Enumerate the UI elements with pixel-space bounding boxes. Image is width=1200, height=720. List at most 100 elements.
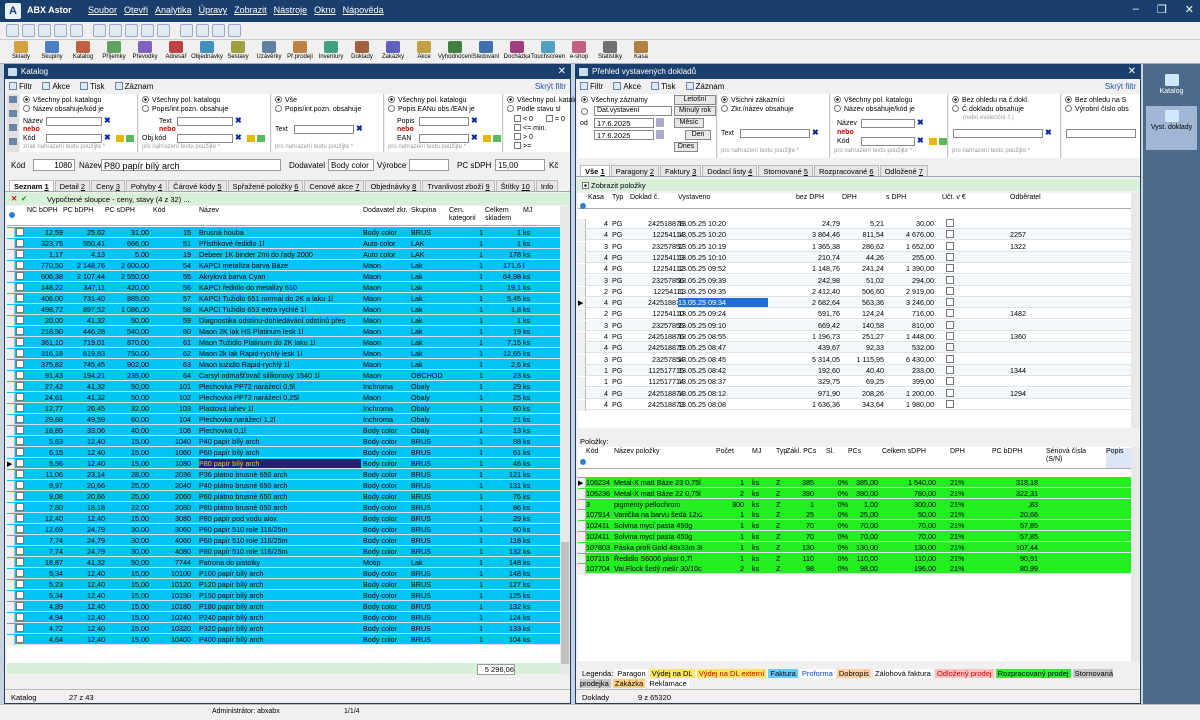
document-row[interactable]: 3 PG 23257854 13.05.25 08:45 5 314,05 1 115,9… xyxy=(578,353,1131,366)
catalog-row[interactable]: 5,34 12,40 15,00 10150 P150 papír bílý arch B… xyxy=(7,590,560,602)
detail-name-value[interactable]: P80 papír bílý arch xyxy=(101,159,281,171)
row-checkbox[interactable] xyxy=(16,569,24,577)
items-col-1[interactable]: Název položky xyxy=(614,448,674,456)
hide-filter-link[interactable]: Skrýt filtr xyxy=(535,82,566,91)
catalog-row[interactable]: 218,50 446,28 540,00 60 Maon 2K lak HS Plati… xyxy=(7,326,560,338)
document-row[interactable]: 4 PG 242518878 13.05.25 10:20 24,79 5,21 30,00 xyxy=(578,218,1131,230)
toolbar-13[interactable]: Akce xyxy=(407,40,441,60)
catalog-row[interactable]: 29,68 49,59 60,00 104 Plechovka narážecí 1,2… xyxy=(7,414,560,426)
row-checkbox[interactable] xyxy=(16,382,24,390)
docs-col-8[interactable]: Odběratel xyxy=(1010,194,1041,201)
catalog-row[interactable]: ▶ 5,56 12,40 15,00 1080 P80 papír bílý arch Bo… xyxy=(7,458,560,470)
item-row[interactable]: 3 pigmenty pellochrom 300 ks Z 1 0% 1,00 300,00 2… xyxy=(578,498,1131,511)
catalog-row[interactable]: 4,89 12,40 15,00 10180 P180 papír bílý arch B… xyxy=(7,601,560,613)
toolbar-18[interactable]: e-shop xyxy=(562,40,596,60)
row-checkbox[interactable] xyxy=(16,536,24,544)
catalog-row[interactable]: 12,59 25,62 31,00 15 Brusná houba Body color B… xyxy=(7,227,560,239)
toolbar-14[interactable]: Vyhodnocení xyxy=(438,40,473,60)
quick-tool-icon-3[interactable] xyxy=(54,24,67,37)
docs-tab-5[interactable]: Rozpracované 6 xyxy=(813,165,879,176)
row-checkbox[interactable] xyxy=(16,547,24,555)
lemin-checkbox[interactable] xyxy=(514,124,521,131)
document-row[interactable]: 4 PG 12254112 13.05.25 09:52 1 148,76 241,24 1… xyxy=(578,263,1131,276)
docs-tab-6[interactable]: Odložené 7 xyxy=(879,165,928,176)
catalog-tab-6[interactable]: Cenové akce 7 xyxy=(304,180,365,191)
toolbar-19[interactable]: Statistiky xyxy=(593,40,627,60)
eur-accounting-checkbox[interactable] xyxy=(946,264,954,273)
clear-item-code-icon[interactable]: ✖ xyxy=(917,136,924,145)
clear-customer-icon[interactable]: ✖ xyxy=(812,128,819,137)
doc-serial-input[interactable] xyxy=(1066,129,1136,138)
row-checkbox[interactable] xyxy=(16,327,24,335)
document-row[interactable]: 4 PG 242518874 13.05.25 08:12 971,90 208,26 1 … xyxy=(578,387,1131,400)
row-checkbox[interactable] xyxy=(16,448,24,456)
catalog-row[interactable]: 323,75 550,41 666,00 51 Přísthkové ředidlo 1… xyxy=(7,238,560,250)
name-input[interactable] xyxy=(46,117,102,126)
row-checkbox[interactable] xyxy=(16,393,24,401)
toolbar-10[interactable]: Inventury xyxy=(314,40,348,60)
side-icon-2[interactable] xyxy=(9,110,17,117)
catalog-row[interactable]: 770,50 2 148,76 2 600,00 54 KAPCI metalíza b… xyxy=(7,260,560,272)
doc-date-radio[interactable] xyxy=(581,108,588,115)
quick-tool-icon-11[interactable] xyxy=(173,24,177,37)
catalog-row[interactable]: 24,61 41,32 50,00 102 Plechovka PP72 narážec… xyxy=(7,392,560,404)
catalog-row[interactable]: 316,18 619,83 750,00 62 Maon 2k lak Rapid-ry… xyxy=(7,348,560,360)
catalog-tab-7[interactable]: Objednávky 8 xyxy=(365,180,422,191)
catalog-row[interactable]: 7,74 24,79 30,00 4060 P60 papír 510 role 116… xyxy=(7,535,560,547)
note-input[interactable] xyxy=(294,125,354,134)
menu-5[interactable]: Nástroje xyxy=(274,5,308,15)
catalog-tab-8[interactable]: Trvanlivost zboží 9 xyxy=(422,180,495,191)
toolbar-9[interactable]: Př.prodeji xyxy=(283,40,317,60)
show-items-checkbox[interactable] xyxy=(582,182,589,189)
row-checkbox[interactable] xyxy=(16,492,24,500)
row-checkbox[interactable] xyxy=(16,514,24,522)
close-window-icon-2[interactable]: ✕ xyxy=(1128,65,1136,79)
docs-col-6[interactable]: s DPH xyxy=(886,194,906,201)
row-checkbox[interactable] xyxy=(16,261,24,269)
catalog-row[interactable]: 27,42 41,32 50,00 101 Plechovka PP72 narážec… xyxy=(7,381,560,393)
filter4-ean-radio[interactable] xyxy=(388,105,395,112)
catalog-col-2[interactable]: PC sDPH xyxy=(105,207,149,215)
filter2-text-radio[interactable] xyxy=(142,105,149,112)
documents-grid-scrollbar[interactable] xyxy=(1131,193,1140,428)
toolbar-16[interactable]: Docházka xyxy=(500,40,534,60)
catalog-row[interactable]: 12,77 26,45 32,00 103 Plastová lahev 1l Inchr… xyxy=(7,403,560,415)
catalog-tab-9[interactable]: Štítky 10 xyxy=(495,180,535,191)
document-row[interactable]: 1 PG 112517714 13.05.25 08:37 329,75 69,25 399… xyxy=(578,376,1131,389)
eur-accounting-checkbox[interactable] xyxy=(946,230,954,239)
catalog-tab-1[interactable]: Detail 2 xyxy=(54,180,91,191)
copy-icon-2[interactable] xyxy=(257,135,265,142)
row-checkbox[interactable] xyxy=(16,371,24,379)
calendar-icon[interactable] xyxy=(656,118,664,127)
row-checkbox[interactable] xyxy=(16,404,24,412)
toolbar-4[interactable]: Převodky xyxy=(128,40,162,60)
doc-date-type-select[interactable]: Dat.vystavení xyxy=(594,106,672,116)
docs-col-4[interactable]: bez DPH xyxy=(796,194,824,201)
arrow-icon-2[interactable] xyxy=(247,135,255,142)
row-checkbox[interactable] xyxy=(16,360,24,368)
clear-number-icon[interactable]: ✖ xyxy=(1045,128,1052,137)
row-checkbox[interactable] xyxy=(16,459,24,467)
today-button[interactable]: Dnes xyxy=(674,142,698,152)
catalog-tab-10[interactable]: Info xyxy=(535,180,559,191)
day-button[interactable]: Den xyxy=(685,130,711,140)
clear-desc-icon[interactable]: ✖ xyxy=(471,116,478,125)
arrow-icon-4[interactable] xyxy=(929,138,937,145)
catalog-row[interactable]: 12,40 12,40 15,00 3080 P80 papír pod vodu al… xyxy=(7,513,560,525)
side-icon-1[interactable] xyxy=(9,96,17,103)
doc-serial-radio[interactable] xyxy=(1065,105,1072,112)
docs-tab-4[interactable]: Stornované 5 xyxy=(758,165,813,176)
row-checkbox[interactable] xyxy=(16,239,24,247)
catalog-tab-0[interactable]: Seznam 1 xyxy=(9,180,54,191)
item-row[interactable]: 102411 Solvina mycí pasta 450g 1 ks Z 70 0% 70,… xyxy=(578,520,1131,533)
docs-col-2[interactable]: Doklad č. xyxy=(630,194,659,201)
side-icon-4[interactable] xyxy=(9,138,17,145)
eur-accounting-checkbox[interactable] xyxy=(946,275,954,284)
eur-accounting-checkbox[interactable] xyxy=(946,377,954,386)
copy-icon[interactable] xyxy=(126,135,134,142)
catalog-row[interactable]: 1,17 4,13 5,00 19 Debeer 1K binder 2ml do řa… xyxy=(7,249,560,261)
catalog-row[interactable]: 11,06 23,14 28,00 2036 P36 plátno brusné 650… xyxy=(7,469,560,481)
menu-0[interactable]: Soubor xyxy=(88,5,117,15)
toolbar-2[interactable]: Katalog xyxy=(66,40,100,60)
catalog-row[interactable]: 406,00 731,40 885,00 57 KAPCI Tužidlo 651 no… xyxy=(7,293,560,305)
